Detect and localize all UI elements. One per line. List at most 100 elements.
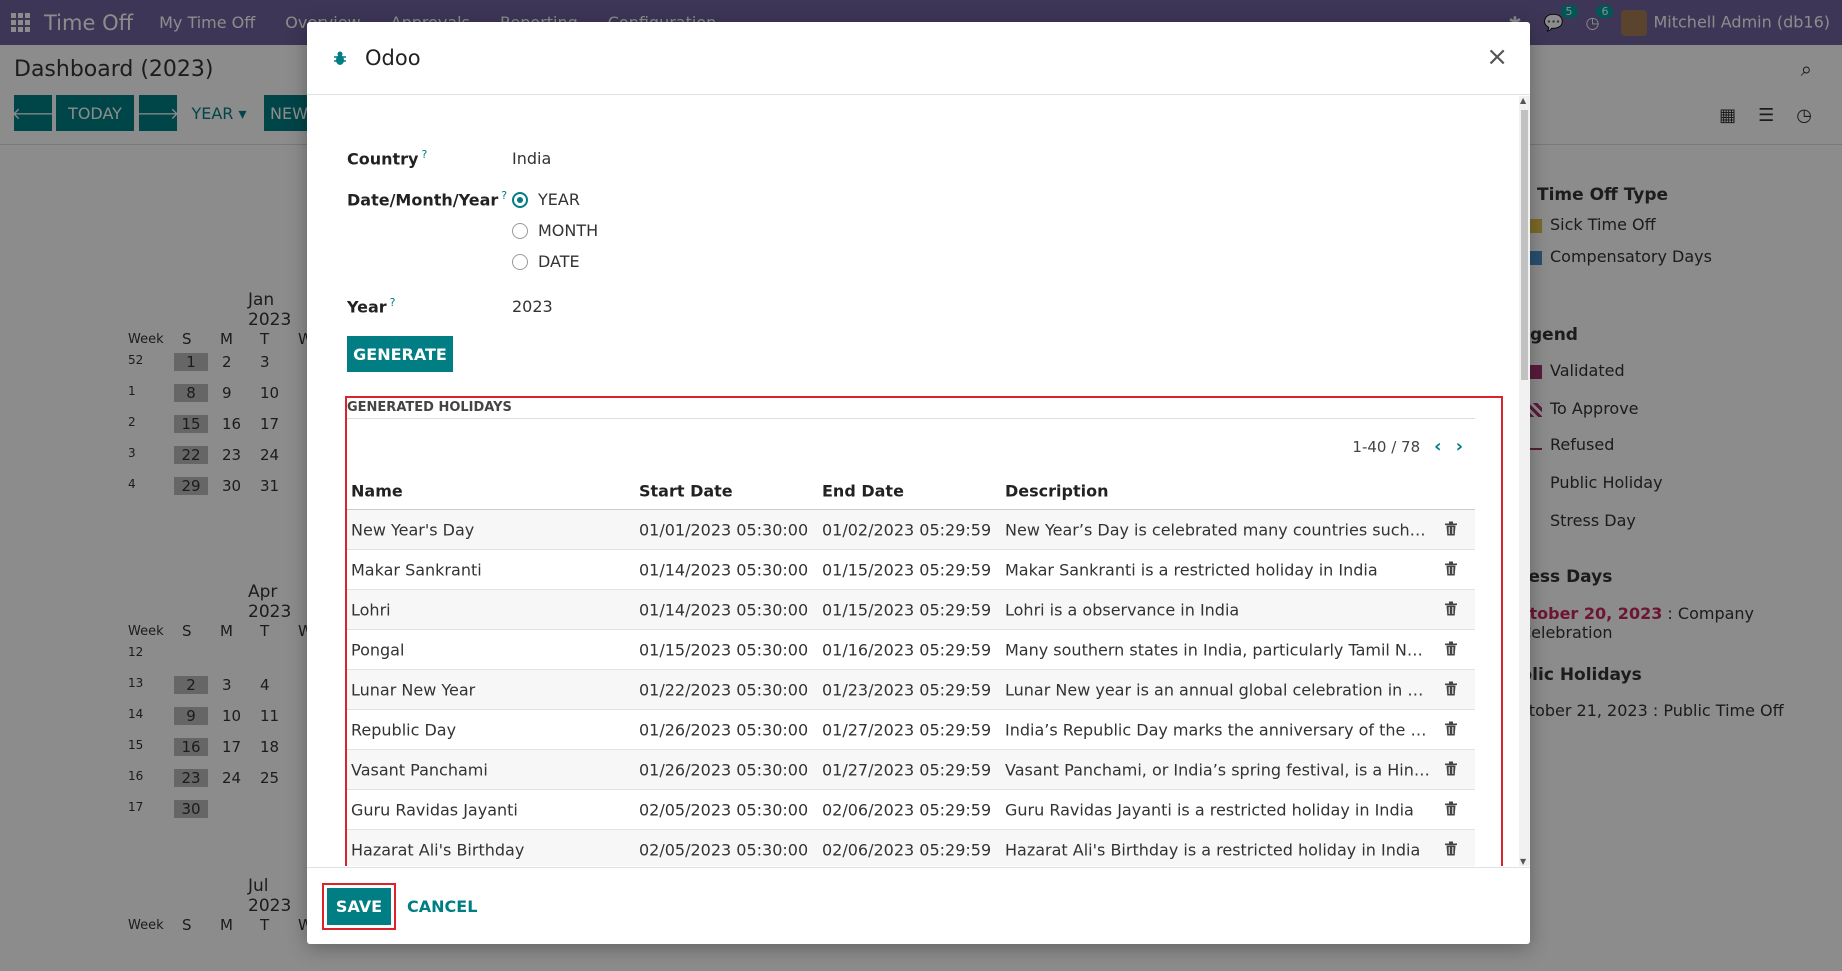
trash-icon[interactable] xyxy=(1445,760,1465,779)
scrollbar-thumb[interactable] xyxy=(1521,110,1528,380)
trash-icon[interactable] xyxy=(1445,800,1465,819)
start-date-cell[interactable]: 01/22/2023 05:30:00 xyxy=(639,680,809,699)
end-date-cell[interactable]: 01/02/2023 05:29:59 xyxy=(822,520,992,539)
help-icon[interactable]: ? xyxy=(390,296,396,309)
start-date-cell[interactable]: 02/05/2023 05:30:00 xyxy=(639,800,809,819)
start-date-cell[interactable]: 02/05/2023 05:30:00 xyxy=(639,840,809,859)
dialog-header: Odoo × xyxy=(307,22,1530,95)
table-row[interactable]: Guru Ravidas Jayanti 02/05/2023 05:30:00 0… xyxy=(347,790,1475,830)
radio-button[interactable] xyxy=(512,222,528,239)
trash-icon[interactable] xyxy=(1445,560,1465,579)
close-icon[interactable]: × xyxy=(1486,44,1508,70)
year-label-text: Year xyxy=(347,297,387,317)
holidays-table: Name Start Date End Date Description New… xyxy=(347,472,1475,866)
trash-icon[interactable] xyxy=(1445,720,1465,739)
holiday-name-cell[interactable]: Pongal xyxy=(351,640,591,659)
radio-year[interactable]: YEAR xyxy=(512,190,580,209)
end-date-cell[interactable]: 01/27/2023 05:29:59 xyxy=(822,720,992,739)
description-cell[interactable]: Vasant Panchami, or India’s spring festi… xyxy=(1005,760,1430,779)
country-field[interactable]: India xyxy=(512,149,551,168)
generate-holidays-dialog: Odoo × Country? India Date/Month/Year? Y… xyxy=(307,22,1530,944)
radio-label: YEAR xyxy=(538,190,580,209)
radio-date[interactable]: DATE xyxy=(512,252,580,271)
column-end-date-header[interactable]: End Date xyxy=(822,481,992,500)
description-cell[interactable]: India’s Republic Day marks the anniversa… xyxy=(1005,720,1430,739)
year-field[interactable]: 2023 xyxy=(512,297,553,316)
dialog-body: Country? India Date/Month/Year? YEAR MON… xyxy=(307,96,1519,866)
year-label: Year? xyxy=(347,296,396,316)
help-icon[interactable]: ? xyxy=(501,189,507,202)
holiday-name-cell[interactable]: Republic Day xyxy=(351,720,591,739)
country-label-text: Country xyxy=(347,149,419,169)
description-cell[interactable]: Hazarat Ali's Birthday is a restricted h… xyxy=(1005,840,1430,859)
dialog-footer: SAVE CANCEL xyxy=(307,867,1530,944)
generated-holidays-section: GENERATED HOLIDAYS 1-40 / 78 ‹ › Name St… xyxy=(345,396,1503,866)
end-date-cell[interactable]: 02/06/2023 05:29:59 xyxy=(822,800,992,819)
trash-icon[interactable] xyxy=(1445,640,1465,659)
end-date-cell[interactable]: 01/15/2023 05:29:59 xyxy=(822,600,992,619)
table-row[interactable]: Lunar New Year 01/22/2023 05:30:00 01/23/2… xyxy=(347,670,1475,710)
holiday-name-cell[interactable]: Lohri xyxy=(351,600,591,619)
table-row[interactable]: Republic Day 01/26/2023 05:30:00 01/27/202… xyxy=(347,710,1475,750)
radio-month[interactable]: MONTH xyxy=(512,221,598,240)
end-date-cell[interactable]: 02/06/2023 05:29:59 xyxy=(822,840,992,859)
pager-value[interactable]: 1-40 / 78 xyxy=(1352,438,1420,456)
start-date-cell[interactable]: 01/26/2023 05:30:00 xyxy=(639,720,809,739)
generated-holidays-title: GENERATED HOLIDAYS xyxy=(347,400,512,415)
save-button[interactable]: SAVE xyxy=(327,888,391,925)
holiday-name-cell[interactable]: Vasant Panchami xyxy=(351,760,591,779)
table-row[interactable]: Vasant Panchami 01/26/2023 05:30:00 01/27/… xyxy=(347,750,1475,790)
scroll-down-icon[interactable]: ▼ xyxy=(1520,857,1526,866)
end-date-cell[interactable]: 01/23/2023 05:29:59 xyxy=(822,680,992,699)
start-date-cell[interactable]: 01/15/2023 05:30:00 xyxy=(639,640,809,659)
start-date-cell[interactable]: 01/14/2023 05:30:00 xyxy=(639,600,809,619)
bug-icon xyxy=(334,51,346,65)
description-cell[interactable]: Guru Ravidas Jayanti is a restricted hol… xyxy=(1005,800,1430,819)
description-cell[interactable]: Makar Sankranti is a restricted holiday … xyxy=(1005,560,1430,579)
scroll-up-icon[interactable]: ▲ xyxy=(1520,96,1526,105)
dialog-title: Odoo xyxy=(365,46,421,70)
pager: 1-40 / 78 ‹ › xyxy=(1352,436,1463,457)
start-date-cell[interactable]: 01/01/2023 05:30:00 xyxy=(639,520,809,539)
table-row[interactable]: Makar Sankranti 01/14/2023 05:30:00 01/15/… xyxy=(347,550,1475,590)
description-cell[interactable]: Lohri is a observance in India xyxy=(1005,600,1430,619)
country-label: Country? xyxy=(347,148,427,168)
cancel-button[interactable]: CANCEL xyxy=(407,888,477,925)
holiday-name-cell[interactable]: New Year's Day xyxy=(351,520,591,539)
trash-icon[interactable] xyxy=(1445,680,1465,699)
help-icon[interactable]: ? xyxy=(421,148,427,161)
description-cell[interactable]: New Year’s Day is celebrated many countr… xyxy=(1005,520,1430,539)
start-date-cell[interactable]: 01/26/2023 05:30:00 xyxy=(639,760,809,779)
radio-button[interactable] xyxy=(512,253,528,270)
radio-label: DATE xyxy=(538,252,580,271)
dialog-scrollbar[interactable]: ▲ ▼ xyxy=(1519,96,1530,866)
radio-button-checked[interactable] xyxy=(512,191,528,208)
column-start-date-header[interactable]: Start Date xyxy=(639,481,809,500)
pager-previous-icon[interactable]: ‹ xyxy=(1434,436,1441,457)
table-row[interactable]: Hazarat Ali's Birthday 02/05/2023 05:30:0… xyxy=(347,830,1475,866)
start-date-cell[interactable]: 01/14/2023 05:30:00 xyxy=(639,560,809,579)
pager-next-icon[interactable]: › xyxy=(1456,436,1463,457)
holiday-name-cell[interactable]: Makar Sankranti xyxy=(351,560,591,579)
end-date-cell[interactable]: 01/27/2023 05:29:59 xyxy=(822,760,992,779)
trash-icon[interactable] xyxy=(1445,520,1465,539)
table-row[interactable]: Lohri 01/14/2023 05:30:00 01/15/2023 05:29… xyxy=(347,590,1475,630)
date-month-year-label: Date/Month/Year? xyxy=(347,189,507,209)
radio-label: MONTH xyxy=(538,221,599,240)
description-cell[interactable]: Many southern states in India, particula… xyxy=(1005,640,1430,659)
holiday-name-cell[interactable]: Lunar New Year xyxy=(351,680,591,699)
column-description-header[interactable]: Description xyxy=(1005,481,1430,500)
end-date-cell[interactable]: 01/16/2023 05:29:59 xyxy=(822,640,992,659)
end-date-cell[interactable]: 01/15/2023 05:29:59 xyxy=(822,560,992,579)
trash-icon[interactable] xyxy=(1445,840,1465,859)
column-name-header[interactable]: Name xyxy=(351,481,591,500)
table-header: Name Start Date End Date Description xyxy=(347,472,1475,510)
holiday-name-cell[interactable]: Hazarat Ali's Birthday xyxy=(351,840,591,859)
holiday-name-cell[interactable]: Guru Ravidas Jayanti xyxy=(351,800,591,819)
description-cell[interactable]: Lunar New year is an annual global celeb… xyxy=(1005,680,1430,699)
dmy-label-text: Date/Month/Year xyxy=(347,190,499,210)
trash-icon[interactable] xyxy=(1445,600,1465,619)
generate-button[interactable]: GENERATE xyxy=(347,336,453,372)
table-row[interactable]: New Year's Day 01/01/2023 05:30:00 01/02/2… xyxy=(347,510,1475,550)
table-row[interactable]: Pongal 01/15/2023 05:30:00 01/16/2023 05:2… xyxy=(347,630,1475,670)
